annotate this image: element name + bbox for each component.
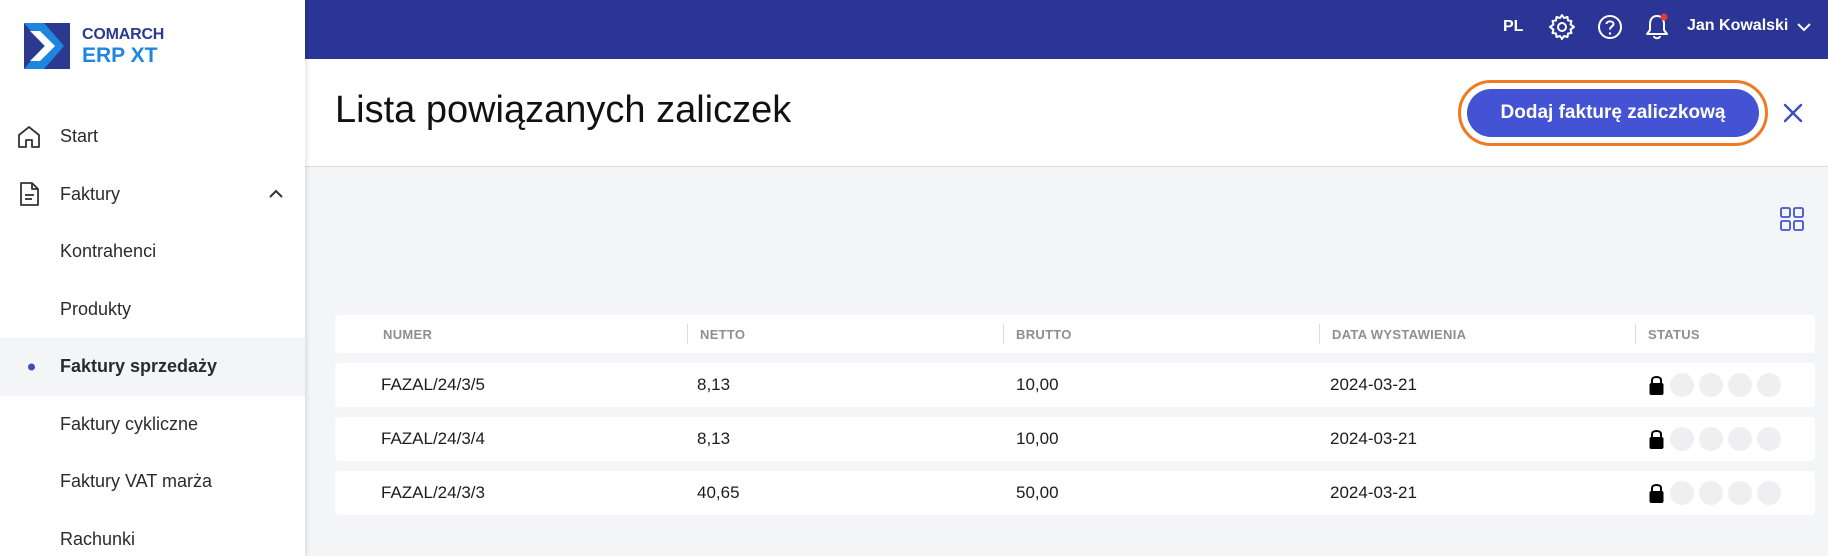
page-header: Lista powiązanych zaliczek Dodaj fakturę…: [305, 59, 1828, 167]
status-step-circle: [1670, 373, 1694, 397]
cell-netto: 8,13: [697, 375, 731, 394]
column-divider: [1319, 324, 1320, 344]
status-indicators: [1648, 481, 1786, 505]
sidebar-item-rachunki[interactable]: Rachunki: [0, 511, 305, 556]
close-icon[interactable]: [1780, 100, 1806, 126]
language-switcher[interactable]: PL: [1503, 18, 1523, 36]
status-indicators: [1648, 373, 1786, 397]
sidebar-item-faktury-sprzedazy[interactable]: Faktury sprzedaży: [0, 338, 305, 396]
sidebar-item-faktury[interactable]: Faktury: [0, 166, 305, 224]
sidebar-item-label: Start: [60, 126, 99, 147]
home-icon: [18, 125, 40, 148]
status-step-circle: [1757, 373, 1781, 397]
column-header-status[interactable]: STATUS: [1648, 315, 1700, 353]
cell-netto: 40,65: [697, 483, 740, 502]
cell-data: 2024-03-21: [1330, 375, 1417, 394]
cell-data: 2024-03-21: [1330, 483, 1417, 502]
sidebar-item-label: Rachunki: [60, 528, 136, 549]
bell-icon[interactable]: [1642, 12, 1672, 42]
sidebar-item-label: Kontrahenci: [60, 241, 157, 262]
document-icon: [20, 182, 39, 207]
table-row[interactable]: FAZAL/24/3/4 8,13 10,00 2024-03-21: [335, 417, 1815, 461]
app-logo[interactable]: COMARCH ERP XT: [24, 22, 164, 70]
sidebar-item-produkty[interactable]: Produkty: [0, 281, 305, 339]
status-indicators: [1648, 427, 1786, 451]
cell-data: 2024-03-21: [1330, 429, 1417, 448]
add-advance-invoice-button[interactable]: Dodaj fakturę zaliczkową: [1458, 80, 1768, 146]
top-bar: PL Jan Kowalski: [305, 0, 1828, 59]
lock-icon: [1649, 484, 1664, 503]
column-divider: [1635, 324, 1636, 344]
sidebar-item-label: Faktury: [60, 183, 121, 204]
column-header-netto[interactable]: NETTO: [700, 315, 745, 353]
cell-numer: FAZAL/24/3/3: [381, 483, 485, 502]
column-header-numer[interactable]: NUMER: [383, 315, 432, 353]
column-header-data[interactable]: DATA WYSTAWIENIA: [1332, 315, 1466, 353]
help-icon[interactable]: [1595, 12, 1625, 42]
status-step-circle: [1757, 427, 1781, 451]
sidebar-item-faktury-cykliczne[interactable]: Faktury cykliczne: [0, 396, 305, 454]
advance-invoices-table: NUMER NETTO BRUTTO DATA WYSTAWIENIA STAT…: [335, 315, 1815, 515]
cell-brutto: 10,00: [1016, 429, 1059, 448]
cell-numer: FAZAL/24/3/5: [381, 375, 485, 394]
active-indicator-dot: [28, 363, 35, 371]
page-title: Lista powiązanych zaliczek: [335, 89, 792, 131]
lock-icon: [1649, 376, 1664, 395]
sidebar-item-label: Faktury VAT marża: [60, 471, 213, 492]
table-header: NUMER NETTO BRUTTO DATA WYSTAWIENIA STAT…: [335, 315, 1815, 353]
sidebar-nav: Start Faktury Kontrahenci Produkty Faktu…: [0, 108, 305, 556]
table-row[interactable]: FAZAL/24/3/3 40,65 50,00 2024-03-21: [335, 471, 1815, 515]
column-header-brutto[interactable]: BRUTTO: [1016, 315, 1072, 353]
sidebar: COMARCH ERP XT Start Faktury Kontrahenci: [0, 0, 305, 556]
user-menu-name[interactable]: Jan Kowalski: [1687, 17, 1788, 35]
cell-brutto: 50,00: [1016, 483, 1059, 502]
gear-icon[interactable]: [1547, 12, 1577, 42]
sidebar-item-label: Faktury sprzedaży: [60, 356, 218, 377]
lock-icon: [1649, 430, 1664, 449]
table-row[interactable]: FAZAL/24/3/5 8,13 10,00 2024-03-21: [335, 363, 1815, 407]
chevron-down-icon[interactable]: [1795, 18, 1813, 36]
sidebar-item-faktury-vat-marza[interactable]: Faktury VAT marża: [0, 453, 305, 511]
logo-text-company: COMARCH: [82, 25, 165, 43]
cell-netto: 8,13: [697, 429, 731, 448]
chevron-up-icon[interactable]: [267, 185, 285, 203]
status-step-circle: [1699, 427, 1723, 451]
status-step-circle: [1728, 427, 1752, 451]
status-step-circle: [1757, 481, 1781, 505]
sidebar-item-start[interactable]: Start: [0, 108, 305, 166]
column-divider: [1003, 324, 1004, 344]
status-step-circle: [1670, 481, 1694, 505]
logo-text-product: ERP XT: [82, 43, 158, 67]
status-step-circle: [1728, 481, 1752, 505]
status-step-circle: [1699, 481, 1723, 505]
sidebar-item-label: Produkty: [60, 298, 132, 319]
cell-brutto: 10,00: [1016, 375, 1059, 394]
cell-numer: FAZAL/24/3/4: [381, 429, 485, 448]
grid-view-icon[interactable]: [1779, 206, 1805, 232]
sidebar-item-kontrahenci[interactable]: Kontrahenci: [0, 223, 305, 281]
status-step-circle: [1699, 373, 1723, 397]
status-step-circle: [1728, 373, 1752, 397]
comarch-logo-icon: [24, 23, 70, 69]
column-divider: [687, 324, 688, 344]
sidebar-item-label: Faktury cykliczne: [60, 413, 199, 434]
status-step-circle: [1670, 427, 1694, 451]
